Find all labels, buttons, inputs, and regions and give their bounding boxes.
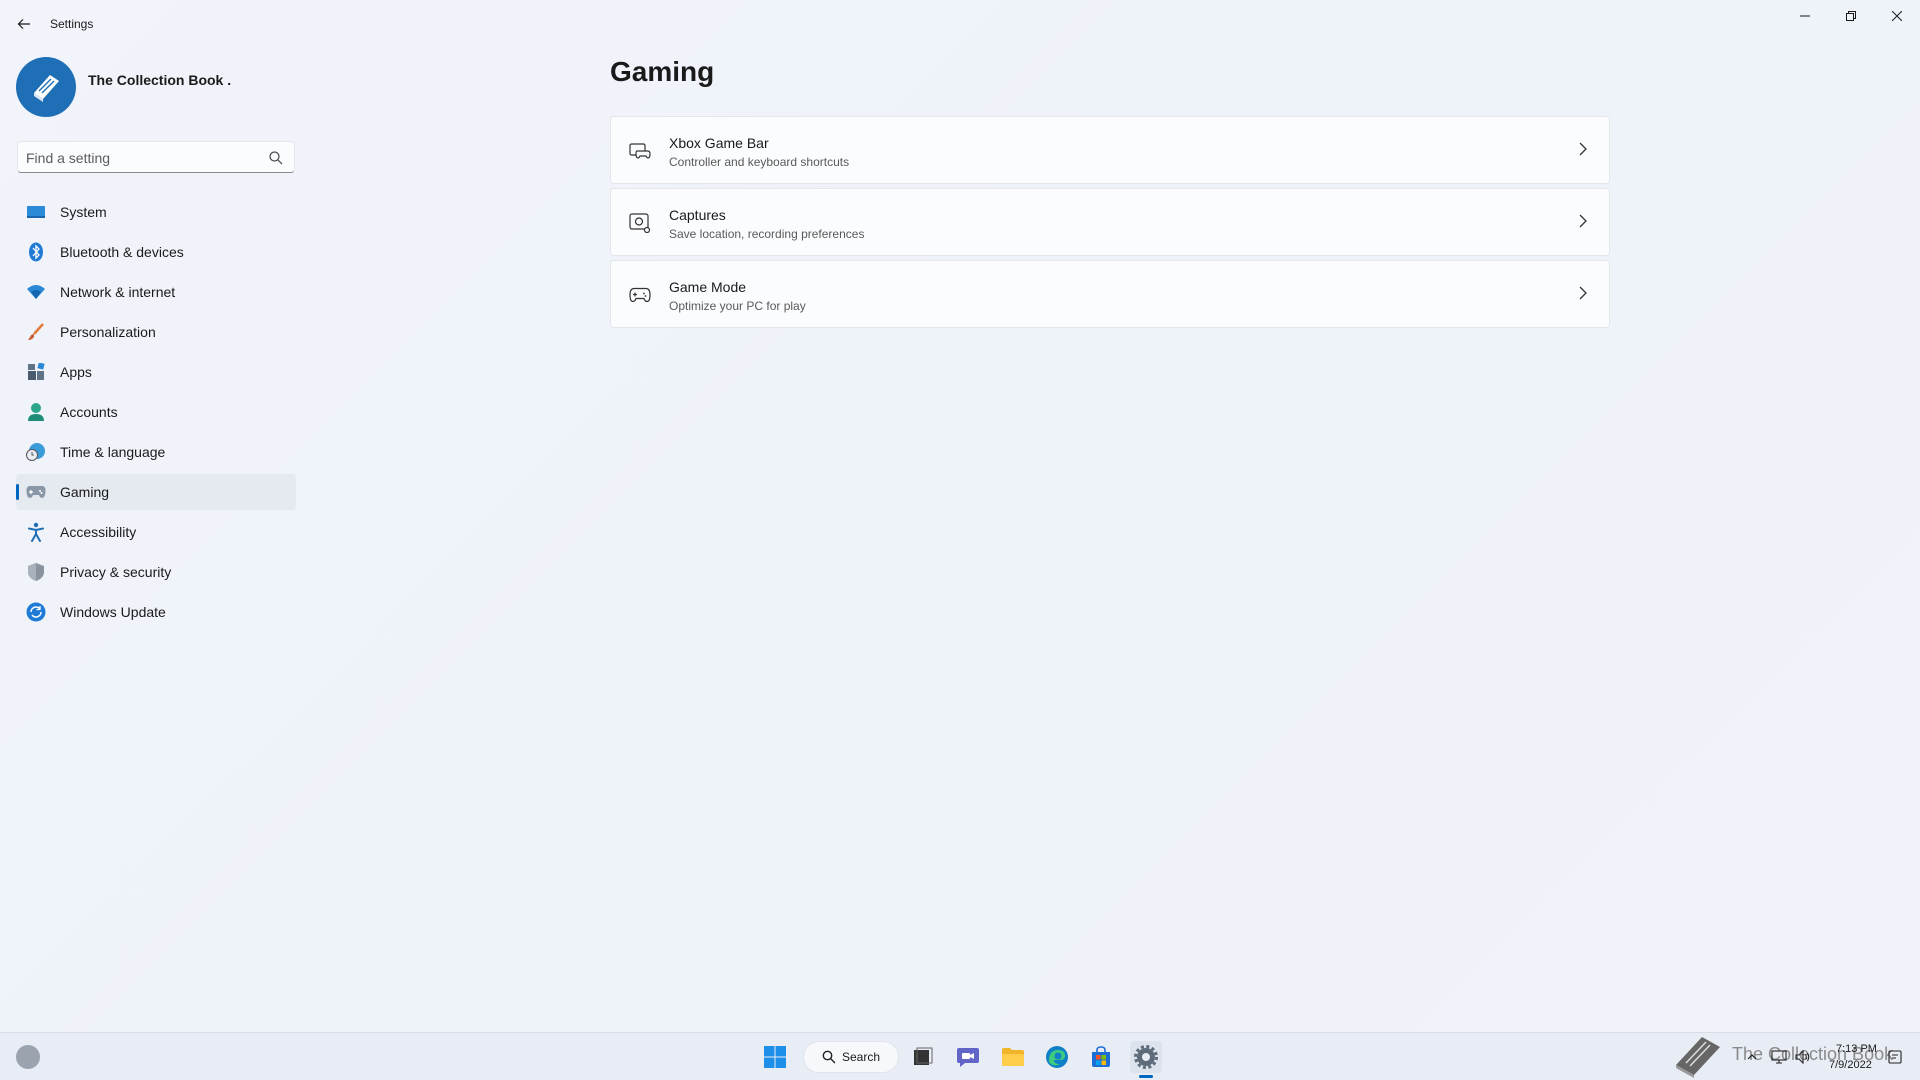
- book-logo-icon: [1676, 1037, 1720, 1078]
- chevron-right-icon: [1575, 285, 1591, 301]
- accessibility-icon: [26, 522, 46, 542]
- chevron-up-icon[interactable]: [1742, 1045, 1762, 1069]
- card-title: Xbox Game Bar: [669, 135, 769, 151]
- sidebar-nav: System Bluetooth & devices Network & int…: [16, 194, 296, 634]
- profile-name: The Collection Book .: [88, 72, 232, 88]
- apps-icon: [26, 362, 46, 382]
- minimize-button[interactable]: [1782, 0, 1828, 32]
- taskbar-search[interactable]: Search: [803, 1041, 899, 1073]
- sidebar-item-bluetooth[interactable]: Bluetooth & devices: [16, 234, 296, 270]
- title-bar: Settings: [0, 0, 1920, 48]
- card-description: Optimize your PC for play: [669, 299, 806, 313]
- controller-icon: [629, 284, 651, 306]
- network-icon[interactable]: [1768, 1045, 1790, 1069]
- minimize-icon: [1800, 15, 1810, 17]
- taskbar: Search The Collection Book 7:13 PM 7/9/2…: [0, 1032, 1920, 1080]
- settings-icon: [1134, 1045, 1158, 1069]
- brush-icon: [26, 322, 46, 342]
- close-button[interactable]: [1874, 0, 1920, 32]
- volume-icon[interactable]: [1792, 1045, 1814, 1069]
- edge-button[interactable]: [1041, 1041, 1073, 1073]
- card-title: Captures: [669, 207, 726, 223]
- sidebar-item-label: Time & language: [60, 444, 166, 460]
- task-view-button[interactable]: [907, 1041, 939, 1073]
- sidebar-item-label: Bluetooth & devices: [60, 244, 184, 260]
- chevron-right-icon: [1575, 141, 1591, 157]
- bluetooth-icon: [26, 242, 46, 262]
- chat-icon: [957, 1048, 979, 1067]
- game-bar-icon: [629, 140, 651, 162]
- start-icon: [764, 1046, 786, 1068]
- card-game-mode[interactable]: Game Mode Optimize your PC for play: [610, 260, 1610, 328]
- task-view-icon: [914, 1047, 933, 1065]
- chevron-right-icon: [1575, 213, 1591, 229]
- card-description: Save location, recording preferences: [669, 227, 865, 241]
- gamepad-icon: [26, 482, 46, 502]
- file-explorer-icon: [1002, 1048, 1024, 1066]
- card-title: Game Mode: [669, 279, 747, 295]
- app-title: Settings: [50, 17, 94, 31]
- sidebar-item-gaming[interactable]: Gaming: [16, 474, 296, 510]
- back-arrow-icon: [17, 19, 30, 29]
- settings-window: Settings The Collection Book . System: [0, 0, 1920, 1032]
- clock-date[interactable]: 7/9/2022: [1829, 1059, 1872, 1071]
- sidebar-item-label: Privacy & security: [60, 564, 172, 580]
- shield-icon: [26, 562, 46, 582]
- search-icon: [269, 151, 283, 165]
- sidebar-item-accounts[interactable]: Accounts: [16, 394, 296, 430]
- update-icon: [26, 602, 46, 622]
- sidebar-item-accessibility[interactable]: Accessibility: [16, 514, 296, 550]
- start-button[interactable]: [759, 1041, 791, 1073]
- sidebar-item-label: Accounts: [60, 404, 118, 420]
- store-button[interactable]: [1085, 1041, 1117, 1073]
- clock-time[interactable]: 7:13 PM: [1836, 1043, 1877, 1055]
- active-app-indicator: [1139, 1075, 1153, 1078]
- sidebar-item-label: Windows Update: [60, 604, 166, 620]
- sidebar-item-label: System: [60, 204, 107, 220]
- edge-icon: [1046, 1046, 1068, 1068]
- card-description: Controller and keyboard shortcuts: [669, 155, 850, 169]
- sidebar-item-label: Network & internet: [60, 284, 176, 300]
- store-icon: [1092, 1046, 1110, 1067]
- sidebar-item-personalization[interactable]: Personalization: [16, 314, 296, 350]
- file-explorer-button[interactable]: [997, 1041, 1029, 1073]
- restore-button[interactable]: [1828, 0, 1874, 32]
- sidebar-item-time-language[interactable]: Time & language: [16, 434, 296, 470]
- book-icon: [34, 75, 59, 102]
- sidebar-item-system[interactable]: System: [16, 194, 296, 230]
- search-input[interactable]: [26, 148, 256, 168]
- back-button[interactable]: [10, 12, 38, 36]
- sidebar-item-apps[interactable]: Apps: [16, 354, 296, 390]
- taskbar-search-label: Search: [842, 1050, 881, 1064]
- widgets-icon[interactable]: [16, 1045, 40, 1069]
- notification-icon[interactable]: [1884, 1045, 1906, 1069]
- card-xbox-game-bar[interactable]: Xbox Game Bar Controller and keyboard sh…: [610, 116, 1610, 184]
- search-box[interactable]: [17, 141, 295, 173]
- sidebar-item-label: Gaming: [60, 484, 110, 500]
- wifi-icon: [26, 282, 46, 302]
- card-captures[interactable]: Captures Save location, recording prefer…: [610, 188, 1610, 256]
- sidebar-item-label: Apps: [60, 364, 92, 380]
- sidebar-item-label: Personalization: [60, 324, 156, 340]
- page-title: Gaming: [610, 56, 715, 87]
- sidebar-item-label: Accessibility: [60, 524, 137, 540]
- avatar[interactable]: [16, 57, 76, 117]
- sidebar-item-privacy[interactable]: Privacy & security: [16, 554, 296, 590]
- capture-icon: [629, 212, 651, 234]
- settings-cards: Xbox Game Bar Controller and keyboard sh…: [610, 116, 1610, 332]
- close-icon: [1892, 11, 1902, 21]
- person-icon: [26, 402, 46, 422]
- globe-clock-icon: [26, 442, 46, 462]
- sidebar-item-windows-update[interactable]: Windows Update: [16, 594, 296, 630]
- search-icon: [822, 1050, 836, 1064]
- settings-button[interactable]: [1130, 1041, 1162, 1073]
- restore-icon: [1846, 11, 1856, 21]
- system-icon: [26, 202, 46, 222]
- sidebar-item-network[interactable]: Network & internet: [16, 274, 296, 310]
- chat-button[interactable]: [952, 1041, 984, 1073]
